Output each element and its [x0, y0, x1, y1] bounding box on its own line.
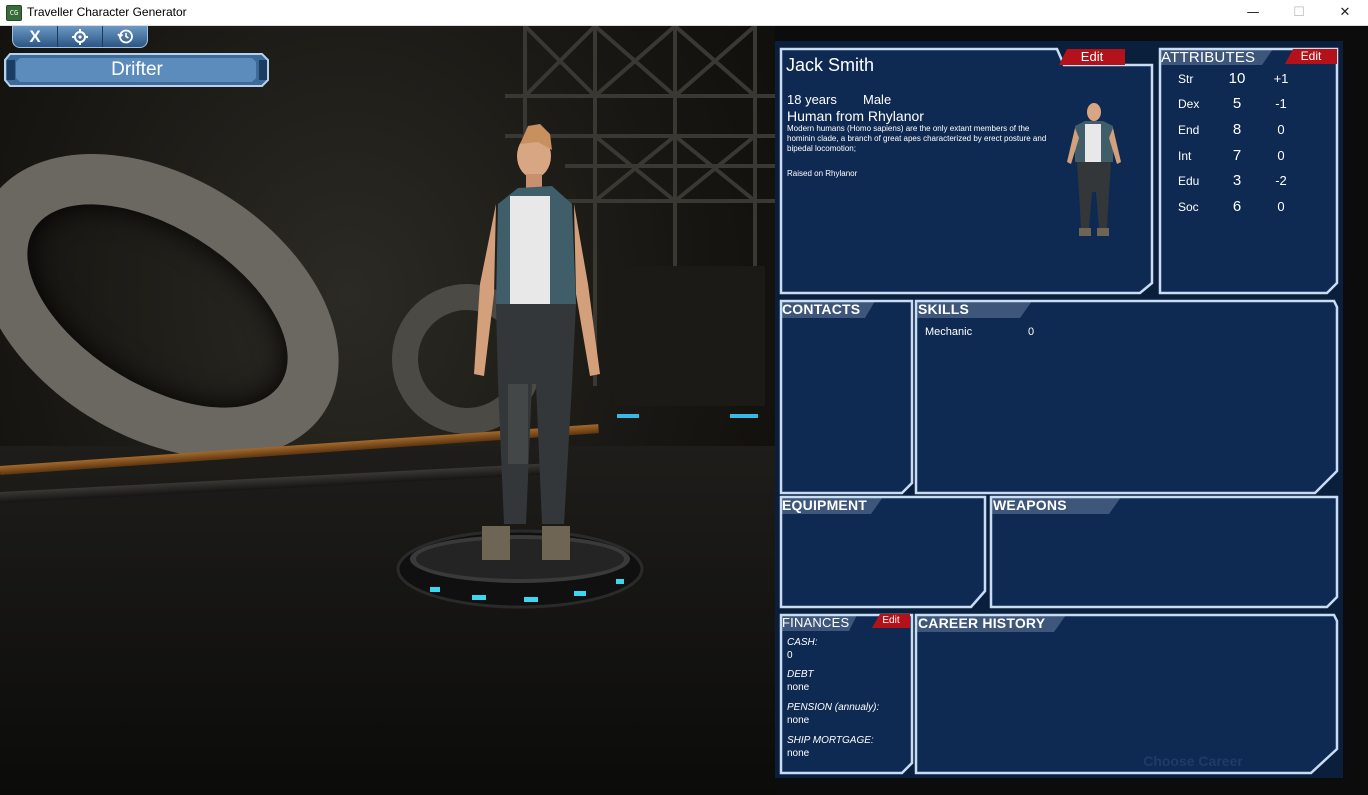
- raised-on: Raised on Rhylanor: [787, 169, 858, 178]
- pension-entry: PENSION (annualy): none: [787, 702, 880, 726]
- character-type-plate: Drifter: [4, 51, 270, 88]
- choose-career-button[interactable]: Choose Career: [1129, 753, 1257, 771]
- attribute-row-int: Int 7 0: [1178, 147, 1285, 164]
- window-titlebar: CG Traveller Character Generator — ☐ ✕: [0, 0, 1368, 26]
- hangar-floor: [0, 446, 775, 795]
- cash-entry: CASH: 0: [787, 637, 818, 661]
- character-thumbnail: [1067, 103, 1121, 236]
- character-gender: Male: [863, 92, 892, 107]
- skills-title: SKILLS: [918, 301, 969, 317]
- attribute-row-dex: Dex 5 -1: [1178, 95, 1287, 112]
- contacts-panel: CONTACTS: [779, 299, 914, 495]
- attribute-row-edu: Edu 3 -2: [1178, 172, 1287, 189]
- finances-title: FINANCES: [782, 615, 850, 630]
- character-species: Human from Rhylanor: [787, 108, 924, 124]
- gear-icon: [72, 28, 88, 45]
- character-sheet: Edit Jack Smith 18 years Male Human from…: [775, 41, 1343, 778]
- weapons-panel: WEAPONS: [989, 495, 1339, 609]
- character-model: [474, 124, 600, 560]
- profile-panel: Edit Jack Smith 18 years Male Human from…: [779, 47, 1154, 295]
- app-icon: CG: [6, 5, 22, 21]
- weapons-title: WEAPONS: [993, 497, 1067, 513]
- character-name: Jack Smith: [786, 55, 875, 75]
- exit-button[interactable]: X: [13, 26, 58, 47]
- settings-button[interactable]: [58, 26, 103, 47]
- career-history-panel: CAREER HISTORY Choose Career: [914, 613, 1339, 775]
- ship-mortgage-entry: SHIP MORTGAGE: none: [787, 735, 874, 759]
- career-history-title: CAREER HISTORY: [918, 615, 1046, 631]
- attribute-row-str: Str 10 +1: [1178, 70, 1289, 87]
- attributes-title: ATTRIBUTES: [1161, 49, 1256, 66]
- contacts-title: CONTACTS: [782, 301, 861, 317]
- attributes-panel: ATTRIBUTES Edit Str 10 +1 Dex 5 -1 End 8 0 Int…: [1158, 47, 1339, 295]
- maximize-button[interactable]: ☐: [1276, 0, 1322, 26]
- history-button[interactable]: [103, 26, 147, 47]
- edit-profile-button[interactable]: Edit: [1059, 49, 1125, 65]
- species-description: Modern humans (Homo sapiens) are the onl…: [787, 124, 1047, 153]
- equipment-panel: EQUIPMENT: [779, 495, 987, 609]
- character-age: 18 years: [787, 92, 837, 107]
- skill-name: Mechanic: [925, 326, 973, 338]
- equipment-title: EQUIPMENT: [782, 497, 868, 513]
- attribute-row-end: End 8 0: [1178, 121, 1285, 138]
- character-type-label: Drifter: [111, 59, 163, 80]
- edit-attributes-button[interactable]: Edit: [1285, 49, 1337, 64]
- window-title: Traveller Character Generator: [27, 5, 187, 19]
- close-window-button[interactable]: ✕: [1322, 0, 1368, 26]
- skills-panel: SKILLS Mechanic 0: [914, 299, 1339, 495]
- attribute-row-soc: Soc 6 0: [1178, 198, 1285, 215]
- skill-level: 0: [1028, 326, 1035, 338]
- finances-panel: FINANCES Edit CASH: 0 DEBT none PENSION (a…: [779, 613, 914, 775]
- debt-entry: DEBT none: [787, 669, 814, 693]
- top-toolbar: X: [12, 26, 148, 48]
- minimize-button[interactable]: —: [1230, 0, 1276, 26]
- character-viewport[interactable]: [0, 26, 775, 795]
- history-icon: [116, 29, 133, 44]
